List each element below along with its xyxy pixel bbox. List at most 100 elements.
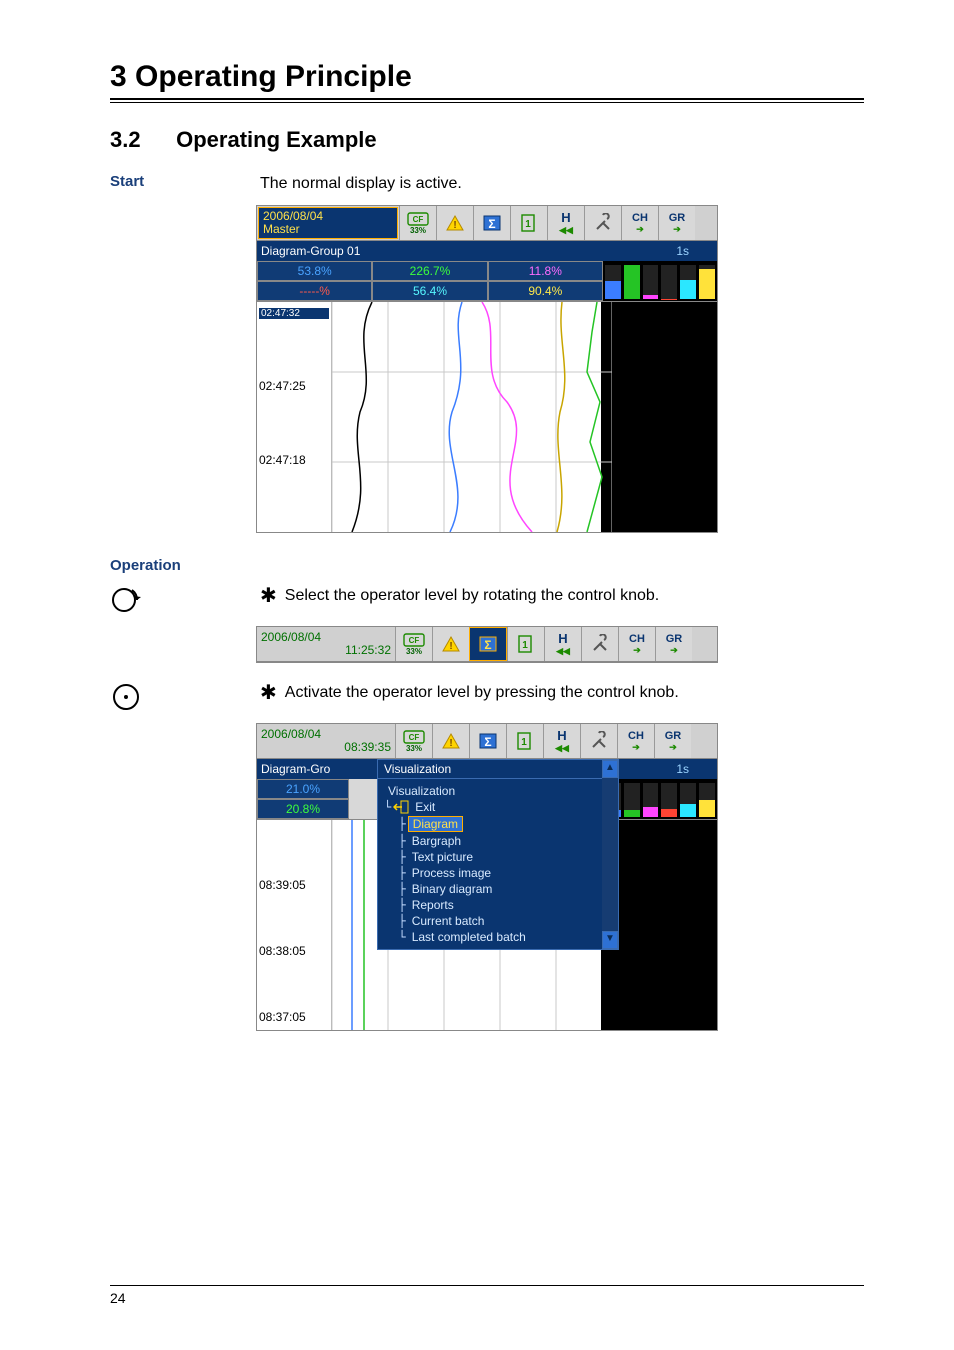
status-datetime[interactable]: 2006/08/04 08:39:35	[257, 724, 395, 758]
sigma-icon[interactable]: Σ	[469, 724, 506, 758]
trace-ch2	[449, 302, 462, 532]
section-number: 3.2	[110, 127, 170, 153]
trace-ch5	[587, 302, 602, 532]
step1-text: Select the operator level by rotating th…	[285, 587, 659, 604]
page-number: 24	[110, 1290, 864, 1306]
status-datetime[interactable]: 2006/08/04 Master	[258, 207, 398, 239]
section-title: 3.2 Operating Example	[110, 127, 864, 153]
group-next-icon[interactable]: GR ➔	[658, 206, 695, 240]
svg-text:1: 1	[522, 640, 528, 651]
channel-next-icon[interactable]: CH ➔	[621, 206, 658, 240]
status-time: 11:25:32	[261, 644, 391, 657]
menu-scrollbar[interactable]: ▲ ▼	[602, 760, 618, 949]
history-icon[interactable]: H ◀◀	[544, 627, 581, 661]
alarm-icon[interactable]: !	[432, 724, 469, 758]
cf-card-icon[interactable]: CF 33%	[395, 627, 432, 661]
visualization-menu[interactable]: Visualization ▲ ▼ Visualization └	[377, 759, 619, 950]
menu-item-diagram[interactable]: ├Diagram	[384, 815, 612, 833]
cf-pct: 33%	[406, 647, 422, 656]
group-next-icon[interactable]: GR ➔	[654, 724, 691, 758]
recorder-screenshot-3: 2006/08/04 08:39:35 CF 33% ! Σ 1	[256, 723, 718, 1031]
sigma-icon[interactable]: Σ	[469, 627, 507, 661]
status-bar: 2006/08/04 08:39:35 CF 33% ! Σ 1	[257, 724, 717, 759]
menu-item-text-picture[interactable]: ├Text picture	[384, 849, 612, 865]
channel-next-icon[interactable]: CH ➔	[618, 627, 655, 661]
sample-rate: 1s	[676, 762, 713, 776]
status-bar: 2006/08/04 11:25:32 CF 33% ! Σ 1	[257, 627, 717, 662]
value-ch2: 20.8%	[257, 799, 349, 819]
trace-ch3	[482, 302, 532, 532]
scroll-up-icon[interactable]: ▲	[602, 760, 618, 778]
diagram-header: Diagram-Group 01 1s	[257, 241, 717, 261]
cf-pct: 33%	[410, 226, 426, 235]
chart-area: 02:47:32 02:47:25 02:47:18	[257, 302, 717, 532]
alarm-icon[interactable]: !	[432, 627, 469, 661]
channel-next-icon[interactable]: CH ➔	[617, 724, 654, 758]
label-start: Start	[110, 173, 260, 190]
status-time: 08:39:35	[261, 741, 391, 754]
step1: ✱ Select the operator level by rotating t…	[260, 584, 659, 607]
cf-card-icon[interactable]: CF 33%	[399, 206, 436, 240]
history-icon[interactable]: H ◀◀	[543, 724, 580, 758]
menu-item-bargraph[interactable]: ├Bargraph	[384, 833, 612, 849]
sigma-icon[interactable]: Σ	[473, 206, 510, 240]
bullet-star: ✱	[260, 682, 277, 704]
y-tick: 02:47:25	[259, 379, 329, 393]
menu-root[interactable]: Visualization	[384, 783, 612, 799]
rotate-knob-icon	[110, 584, 260, 616]
cf-card-icon[interactable]: CF 33%	[395, 724, 432, 758]
menu-item-process-image[interactable]: ├Process image	[384, 865, 612, 881]
scroll-down-icon[interactable]: ▼	[602, 931, 618, 949]
page-icon[interactable]: 1	[507, 627, 544, 661]
value-ch3: 11.8%	[488, 261, 603, 281]
group-next-icon[interactable]: GR ➔	[655, 627, 692, 661]
svg-text:!: !	[449, 738, 452, 749]
value-ch6: 90.4%	[488, 281, 603, 301]
page-icon[interactable]: 1	[510, 206, 547, 240]
text-start: The normal display is active.	[260, 173, 462, 195]
step2-text: Activate the operator level by pressing …	[285, 684, 679, 701]
status-datetime[interactable]: 2006/08/04 11:25:32	[257, 627, 395, 661]
divider	[110, 1285, 864, 1286]
label-operation: Operation	[110, 557, 260, 574]
page-icon[interactable]: 1	[506, 724, 543, 758]
group-name-prefix: Diagram-Gro	[261, 762, 330, 776]
sample-rate: 1s	[676, 244, 713, 258]
time-axis: 08:39:05 08:38:05 08:37:05	[257, 820, 332, 1030]
svg-text:!: !	[453, 220, 456, 231]
value-ch4: -----%	[257, 281, 372, 301]
svg-text:!: !	[449, 641, 452, 652]
y-tick: 08:39:05	[259, 878, 329, 892]
alarm-icon[interactable]: !	[436, 206, 473, 240]
divider	[110, 102, 864, 103]
bullet-star: ✱	[260, 585, 277, 607]
menu-title: Visualization	[378, 760, 618, 779]
status-subtitle: Master	[263, 223, 393, 236]
svg-text:CF: CF	[413, 215, 424, 224]
tools-icon[interactable]	[580, 724, 617, 758]
menu-item-binary-diagram[interactable]: ├Binary diagram	[384, 881, 612, 897]
time-axis: 02:47:32 02:47:25 02:47:18	[257, 302, 332, 532]
group-name: Diagram-Group 01	[261, 244, 360, 258]
status-bar: 2006/08/04 Master CF 33% ! Σ 1	[257, 206, 717, 241]
menu-item-exit[interactable]: └ Exit	[384, 799, 612, 815]
svg-text:Σ: Σ	[488, 217, 495, 231]
mini-bars	[603, 779, 717, 819]
menu-item-reports[interactable]: ├Reports	[384, 897, 612, 913]
section-name: Operating Example	[176, 127, 377, 152]
svg-text:1: 1	[521, 737, 527, 748]
tools-icon[interactable]	[584, 206, 621, 240]
trace-ch6	[557, 302, 565, 532]
menu-item-current-batch[interactable]: ├Current batch	[384, 913, 612, 929]
cf-pct: 33%	[406, 744, 422, 753]
tools-icon[interactable]	[581, 627, 618, 661]
y-tick: 08:37:05	[259, 1010, 329, 1024]
value-ch1: 53.8%	[257, 261, 372, 281]
svg-text:CF: CF	[409, 636, 420, 645]
values-row: 53.8% 226.7% 11.8% -----% 56.4% 90.4%	[257, 261, 717, 302]
trace-ch1	[352, 302, 372, 532]
history-icon[interactable]: H ◀◀	[547, 206, 584, 240]
value-ch2: 226.7%	[372, 261, 487, 281]
menu-item-last-completed-batch[interactable]: └Last completed batch	[384, 929, 612, 945]
y-tick: 02:47:18	[259, 453, 329, 467]
